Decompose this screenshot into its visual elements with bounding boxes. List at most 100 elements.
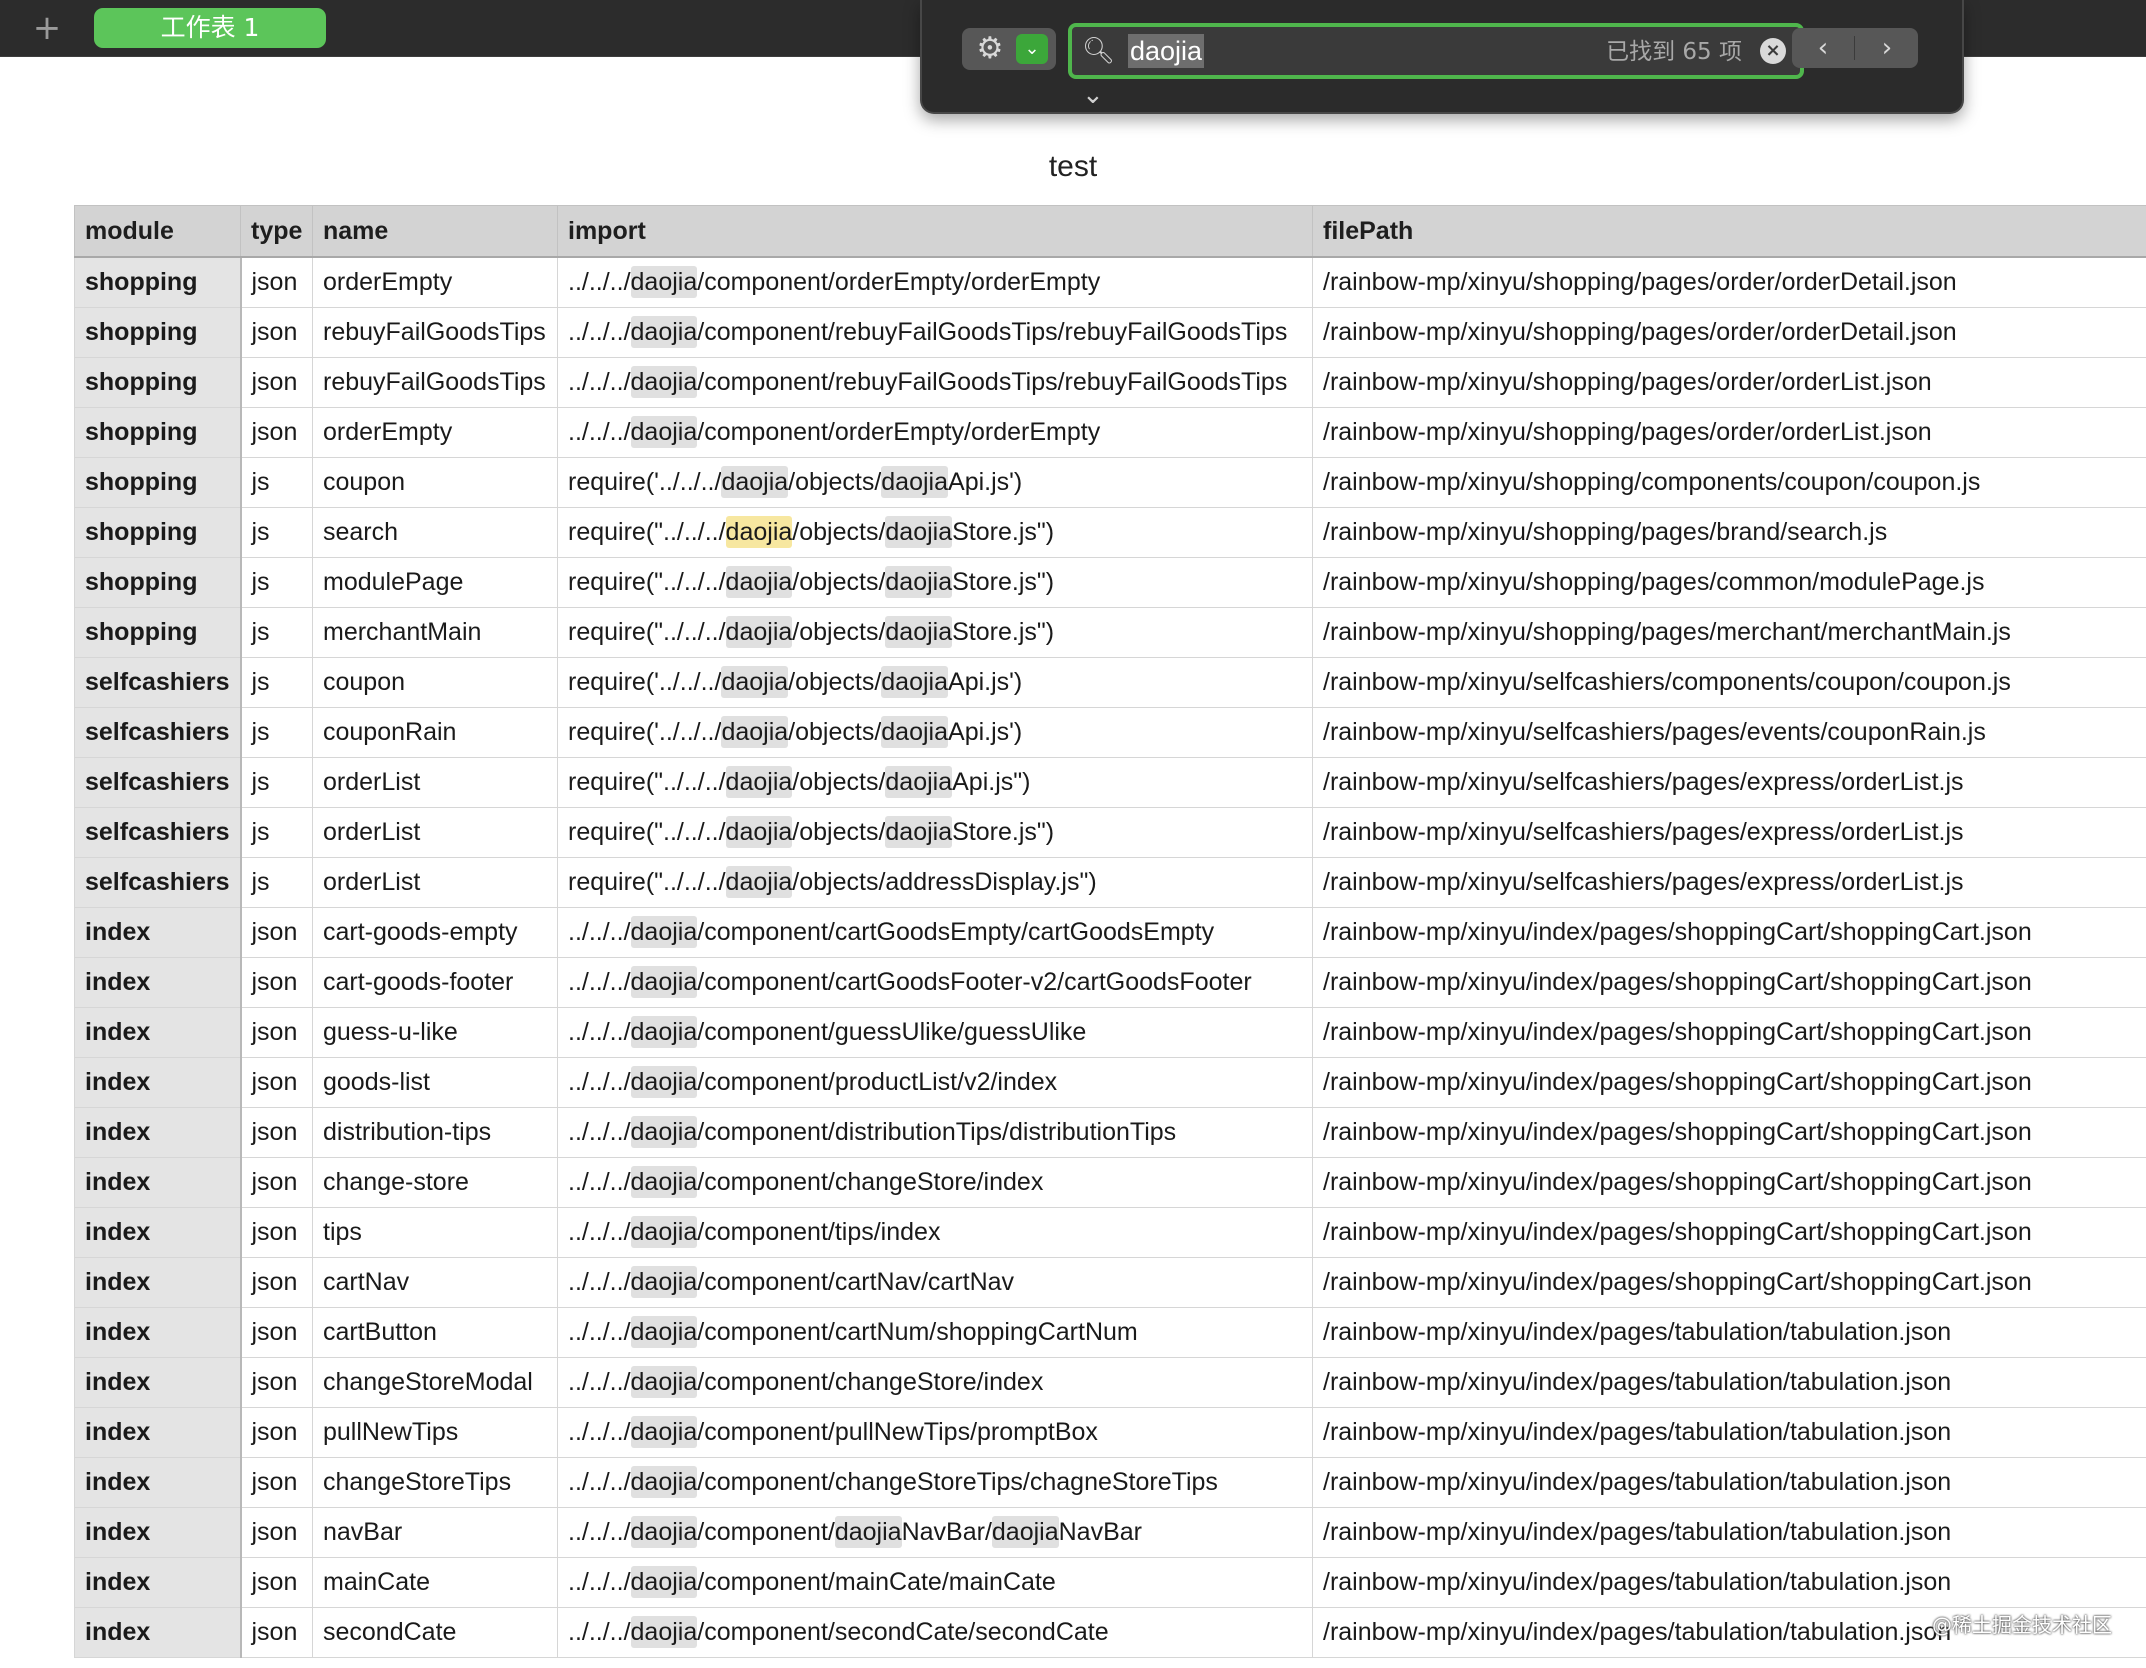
cell-name[interactable]: tips: [312, 1207, 558, 1258]
cell-name[interactable]: coupon: [312, 457, 558, 508]
cell-module[interactable]: index: [74, 1457, 242, 1508]
cell-filepath[interactable]: /rainbow-mp/xinyu/selfcashiers/pages/exp…: [1312, 857, 2146, 908]
cell-import[interactable]: ../../../daojia/component/rebuyFailGoods…: [557, 307, 1313, 358]
next-match-button[interactable]: ›: [1856, 28, 1918, 68]
cell-import[interactable]: ../../../daojia/component/daojiaNavBar/d…: [557, 1507, 1313, 1558]
clear-search-icon[interactable]: ×: [1760, 38, 1786, 64]
column-header-import[interactable]: import: [557, 205, 1313, 258]
cell-type[interactable]: json: [240, 1607, 313, 1658]
cell-filepath[interactable]: /rainbow-mp/xinyu/index/pages/shoppingCa…: [1312, 1007, 2146, 1058]
cell-module[interactable]: selfcashiers: [74, 857, 242, 908]
cell-name[interactable]: orderEmpty: [312, 407, 558, 458]
cell-name[interactable]: mainCate: [312, 1557, 558, 1608]
cell-filepath[interactable]: /rainbow-mp/xinyu/index/pages/tabulation…: [1312, 1407, 2146, 1458]
cell-module[interactable]: index: [74, 1157, 242, 1208]
cell-module[interactable]: index: [74, 1107, 242, 1158]
cell-name[interactable]: cartNav: [312, 1257, 558, 1308]
cell-filepath[interactable]: /rainbow-mp/xinyu/shopping/pages/order/o…: [1312, 256, 2146, 308]
cell-filepath[interactable]: /rainbow-mp/xinyu/shopping/components/co…: [1312, 457, 2146, 508]
cell-filepath[interactable]: /rainbow-mp/xinyu/shopping/pages/order/o…: [1312, 357, 2146, 408]
cell-name[interactable]: distribution-tips: [312, 1107, 558, 1158]
cell-type[interactable]: json: [240, 907, 313, 958]
cell-type[interactable]: js: [240, 657, 313, 708]
cell-module[interactable]: index: [74, 1057, 242, 1108]
cell-import[interactable]: require('../../../daojia/objects/daojiaA…: [557, 457, 1313, 508]
cell-filepath[interactable]: /rainbow-mp/xinyu/index/pages/tabulation…: [1312, 1357, 2146, 1408]
cell-type[interactable]: js: [240, 607, 313, 658]
cell-import[interactable]: require("../../../daojia/objects/daojiaS…: [557, 607, 1313, 658]
cell-name[interactable]: modulePage: [312, 557, 558, 608]
cell-filepath[interactable]: /rainbow-mp/xinyu/shopping/pages/merchan…: [1312, 607, 2146, 658]
cell-import[interactable]: ../../../daojia/component/cartGoodsFoote…: [557, 957, 1313, 1008]
cell-import[interactable]: ../../../daojia/component/secondCate/sec…: [557, 1607, 1313, 1658]
cell-name[interactable]: cart-goods-footer: [312, 957, 558, 1008]
cell-module[interactable]: shopping: [74, 457, 242, 508]
previous-match-button[interactable]: ‹: [1792, 28, 1854, 68]
cell-import[interactable]: ../../../daojia/component/changeStore/in…: [557, 1157, 1313, 1208]
cell-module[interactable]: index: [74, 1557, 242, 1608]
cell-name[interactable]: goods-list: [312, 1057, 558, 1108]
cell-type[interactable]: js: [240, 857, 313, 908]
cell-filepath[interactable]: /rainbow-mp/xinyu/shopping/pages/common/…: [1312, 557, 2146, 608]
search-query[interactable]: daojia: [1128, 34, 1205, 68]
cell-import[interactable]: ../../../daojia/component/tips/index: [557, 1207, 1313, 1258]
sheet-tab[interactable]: 工作表 1: [94, 8, 326, 48]
cell-type[interactable]: json: [240, 1157, 313, 1208]
cell-filepath[interactable]: /rainbow-mp/xinyu/index/pages/shoppingCa…: [1312, 907, 2146, 958]
cell-filepath[interactable]: /rainbow-mp/xinyu/index/pages/shoppingCa…: [1312, 1207, 2146, 1258]
cell-type[interactable]: json: [240, 1457, 313, 1508]
cell-name[interactable]: couponRain: [312, 707, 558, 758]
cell-module[interactable]: selfcashiers: [74, 807, 242, 858]
cell-name[interactable]: orderList: [312, 807, 558, 858]
cell-import[interactable]: ../../../daojia/component/distributionTi…: [557, 1107, 1313, 1158]
cell-filepath[interactable]: /rainbow-mp/xinyu/selfcashiers/component…: [1312, 657, 2146, 708]
cell-type[interactable]: json: [240, 1057, 313, 1108]
cell-filepath[interactable]: /rainbow-mp/xinyu/index/pages/shoppingCa…: [1312, 1157, 2146, 1208]
cell-name[interactable]: orderList: [312, 857, 558, 908]
cell-name[interactable]: rebuyFailGoodsTips: [312, 357, 558, 408]
cell-module[interactable]: index: [74, 1357, 242, 1408]
cell-import[interactable]: require("../../../daojia/objects/address…: [557, 857, 1313, 908]
cell-filepath[interactable]: /rainbow-mp/xinyu/shopping/pages/brand/s…: [1312, 507, 2146, 558]
cell-module[interactable]: shopping: [74, 357, 242, 408]
cell-filepath[interactable]: /rainbow-mp/xinyu/index/pages/shoppingCa…: [1312, 1057, 2146, 1108]
cell-name[interactable]: changeStoreModal: [312, 1357, 558, 1408]
cell-import[interactable]: ../../../daojia/component/rebuyFailGoods…: [557, 357, 1313, 408]
cell-module[interactable]: shopping: [74, 507, 242, 558]
cell-import[interactable]: require("../../../daojia/objects/daojiaA…: [557, 757, 1313, 808]
cell-filepath[interactable]: /rainbow-mp/xinyu/selfcashiers/pages/exp…: [1312, 807, 2146, 858]
cell-import[interactable]: require("../../../daojia/objects/daojiaS…: [557, 807, 1313, 858]
cell-import[interactable]: ../../../daojia/component/guessUlike/gue…: [557, 1007, 1313, 1058]
cell-module[interactable]: selfcashiers: [74, 657, 242, 708]
cell-module[interactable]: selfcashiers: [74, 707, 242, 758]
cell-filepath[interactable]: /rainbow-mp/xinyu/shopping/pages/order/o…: [1312, 407, 2146, 458]
cell-name[interactable]: guess-u-like: [312, 1007, 558, 1058]
cell-module[interactable]: shopping: [74, 557, 242, 608]
cell-module[interactable]: index: [74, 1307, 242, 1358]
search-icon[interactable]: 🔍︎⌄: [1082, 29, 1122, 110]
cell-import[interactable]: require("../../../daojia/objects/daojiaS…: [557, 557, 1313, 608]
cell-filepath[interactable]: /rainbow-mp/xinyu/index/pages/tabulation…: [1312, 1457, 2146, 1508]
cell-type[interactable]: json: [240, 1107, 313, 1158]
column-header-filepath[interactable]: filePath: [1312, 205, 2146, 258]
cell-name[interactable]: coupon: [312, 657, 558, 708]
cell-type[interactable]: json: [240, 1357, 313, 1408]
cell-type[interactable]: js: [240, 557, 313, 608]
column-header-name[interactable]: name: [312, 205, 558, 258]
add-sheet-button[interactable]: +: [22, 8, 72, 48]
column-header-module[interactable]: module: [74, 205, 241, 258]
cell-filepath[interactable]: /rainbow-mp/xinyu/index/pages/shoppingCa…: [1312, 957, 2146, 1008]
cell-type[interactable]: json: [240, 1557, 313, 1608]
cell-filepath[interactable]: /rainbow-mp/xinyu/selfcashiers/pages/eve…: [1312, 707, 2146, 758]
cell-name[interactable]: pullNewTips: [312, 1407, 558, 1458]
cell-type[interactable]: js: [240, 757, 313, 808]
cell-name[interactable]: changeStoreTips: [312, 1457, 558, 1508]
table-title[interactable]: test: [0, 150, 2146, 184]
cell-import[interactable]: ../../../daojia/component/cartNum/shoppi…: [557, 1307, 1313, 1358]
cell-filepath[interactable]: /rainbow-mp/xinyu/index/pages/shoppingCa…: [1312, 1107, 2146, 1158]
cell-name[interactable]: orderList: [312, 757, 558, 808]
cell-import[interactable]: ../../../daojia/component/changeStore/in…: [557, 1357, 1313, 1408]
find-options-button[interactable]: ⚙ ⌄: [962, 28, 1056, 70]
cell-import[interactable]: ../../../daojia/component/cartGoodsEmpty…: [557, 907, 1313, 958]
cell-module[interactable]: index: [74, 957, 242, 1008]
